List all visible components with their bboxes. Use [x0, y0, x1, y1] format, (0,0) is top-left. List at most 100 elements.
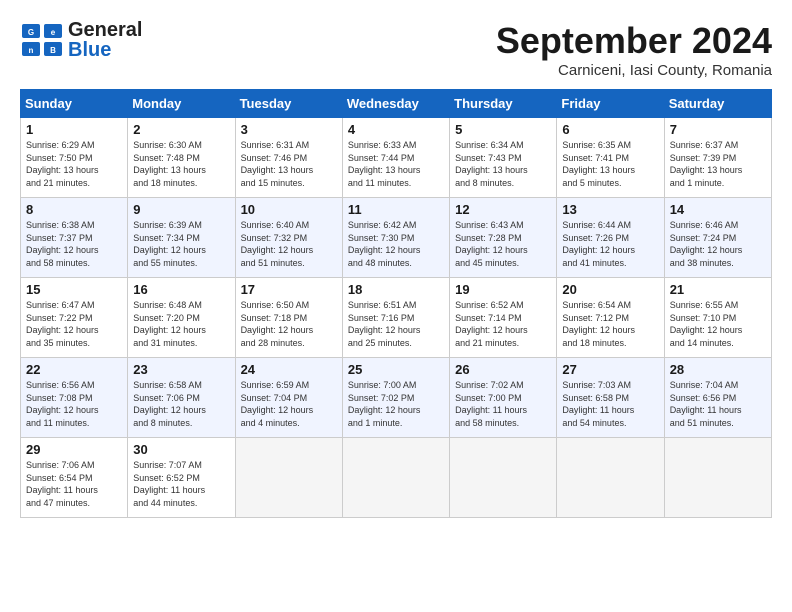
calendar-cell	[664, 438, 771, 518]
day-number: 21	[670, 282, 766, 297]
day-number: 28	[670, 362, 766, 377]
day-number: 10	[241, 202, 337, 217]
day-number: 9	[133, 202, 229, 217]
day-info: Sunrise: 6:54 AM Sunset: 7:12 PM Dayligh…	[562, 299, 658, 349]
day-number: 17	[241, 282, 337, 297]
month-year: September 2024	[496, 20, 772, 62]
day-info: Sunrise: 6:59 AM Sunset: 7:04 PM Dayligh…	[241, 379, 337, 429]
day-info: Sunrise: 7:06 AM Sunset: 6:54 PM Dayligh…	[26, 459, 122, 509]
svg-text:e: e	[51, 28, 56, 37]
svg-text:G: G	[28, 28, 34, 37]
calendar-cell: 9 Sunrise: 6:39 AM Sunset: 7:34 PM Daylig…	[128, 198, 235, 278]
calendar-header: SundayMondayTuesdayWednesdayThursdayFrid…	[21, 90, 772, 118]
calendar-cell: 28 Sunrise: 7:04 AM Sunset: 6:56 PM Dayli…	[664, 358, 771, 438]
calendar-cell: 24 Sunrise: 6:59 AM Sunset: 7:04 PM Dayli…	[235, 358, 342, 438]
day-info: Sunrise: 6:47 AM Sunset: 7:22 PM Dayligh…	[26, 299, 122, 349]
calendar-cell: 7 Sunrise: 6:37 AM Sunset: 7:39 PM Daylig…	[664, 118, 771, 198]
day-number: 1	[26, 122, 122, 137]
svg-text:B: B	[50, 46, 56, 55]
day-info: Sunrise: 6:50 AM Sunset: 7:18 PM Dayligh…	[241, 299, 337, 349]
day-info: Sunrise: 6:52 AM Sunset: 7:14 PM Dayligh…	[455, 299, 551, 349]
day-number: 7	[670, 122, 766, 137]
day-number: 8	[26, 202, 122, 217]
day-info: Sunrise: 7:07 AM Sunset: 6:52 PM Dayligh…	[133, 459, 229, 509]
calendar-cell	[235, 438, 342, 518]
day-info: Sunrise: 6:43 AM Sunset: 7:28 PM Dayligh…	[455, 219, 551, 269]
calendar-cell: 22Sunrise: 6:56 AM Sunset: 7:08 PM Dayli…	[21, 358, 128, 438]
day-info: Sunrise: 6:30 AM Sunset: 7:48 PM Dayligh…	[133, 139, 229, 189]
calendar-week-1: 1 Sunrise: 6:29 AM Sunset: 7:50 PM Daylig…	[21, 118, 772, 198]
day-info: Sunrise: 6:35 AM Sunset: 7:41 PM Dayligh…	[562, 139, 658, 189]
day-info: Sunrise: 6:55 AM Sunset: 7:10 PM Dayligh…	[670, 299, 766, 349]
day-info: Sunrise: 6:31 AM Sunset: 7:46 PM Dayligh…	[241, 139, 337, 189]
weekday-header-saturday: Saturday	[664, 90, 771, 118]
calendar-cell: 29 Sunrise: 7:06 AM Sunset: 6:54 PM Dayli…	[21, 438, 128, 518]
svg-text:n: n	[29, 46, 34, 55]
weekday-header-thursday: Thursday	[450, 90, 557, 118]
day-info: Sunrise: 6:56 AM Sunset: 7:08 PM Dayligh…	[26, 379, 122, 429]
calendar-body: 1 Sunrise: 6:29 AM Sunset: 7:50 PM Daylig…	[21, 118, 772, 518]
calendar-week-2: 8 Sunrise: 6:38 AM Sunset: 7:37 PM Daylig…	[21, 198, 772, 278]
calendar-week-4: 22Sunrise: 6:56 AM Sunset: 7:08 PM Dayli…	[21, 358, 772, 438]
calendar-cell: 23Sunrise: 6:58 AM Sunset: 7:06 PM Dayli…	[128, 358, 235, 438]
calendar-cell: 19 Sunrise: 6:52 AM Sunset: 7:14 PM Dayli…	[450, 278, 557, 358]
logo-general: General	[68, 19, 142, 41]
calendar-cell: 13Sunrise: 6:44 AM Sunset: 7:26 PM Dayli…	[557, 198, 664, 278]
day-info: Sunrise: 6:44 AM Sunset: 7:26 PM Dayligh…	[562, 219, 658, 269]
day-info: Sunrise: 6:48 AM Sunset: 7:20 PM Dayligh…	[133, 299, 229, 349]
day-info: Sunrise: 7:02 AM Sunset: 7:00 PM Dayligh…	[455, 379, 551, 429]
day-number: 24	[241, 362, 337, 377]
calendar-cell	[557, 438, 664, 518]
day-info: Sunrise: 6:33 AM Sunset: 7:44 PM Dayligh…	[348, 139, 444, 189]
calendar-cell: 11Sunrise: 6:42 AM Sunset: 7:30 PM Dayli…	[342, 198, 449, 278]
calendar-cell: 25 Sunrise: 7:00 AM Sunset: 7:02 PM Dayli…	[342, 358, 449, 438]
day-info: Sunrise: 6:37 AM Sunset: 7:39 PM Dayligh…	[670, 139, 766, 189]
day-number: 15	[26, 282, 122, 297]
day-info: Sunrise: 6:51 AM Sunset: 7:16 PM Dayligh…	[348, 299, 444, 349]
day-number: 16	[133, 282, 229, 297]
weekday-header-sunday: Sunday	[21, 90, 128, 118]
day-info: Sunrise: 6:39 AM Sunset: 7:34 PM Dayligh…	[133, 219, 229, 269]
day-number: 26	[455, 362, 551, 377]
weekday-header-wednesday: Wednesday	[342, 90, 449, 118]
calendar-cell	[450, 438, 557, 518]
calendar: SundayMondayTuesdayWednesdayThursdayFrid…	[20, 89, 772, 518]
day-info: Sunrise: 6:29 AM Sunset: 7:50 PM Dayligh…	[26, 139, 122, 189]
calendar-week-3: 15 Sunrise: 6:47 AM Sunset: 7:22 PM Dayli…	[21, 278, 772, 358]
day-number: 3	[241, 122, 337, 137]
day-info: Sunrise: 7:00 AM Sunset: 7:02 PM Dayligh…	[348, 379, 444, 429]
calendar-week-5: 29 Sunrise: 7:06 AM Sunset: 6:54 PM Dayli…	[21, 438, 772, 518]
day-number: 29	[26, 442, 122, 457]
weekday-header-friday: Friday	[557, 90, 664, 118]
logo: G e n B General Blue	[20, 20, 142, 60]
day-info: Sunrise: 6:58 AM Sunset: 7:06 PM Dayligh…	[133, 379, 229, 429]
calendar-cell: 12 Sunrise: 6:43 AM Sunset: 7:28 PM Dayli…	[450, 198, 557, 278]
day-info: Sunrise: 6:46 AM Sunset: 7:24 PM Dayligh…	[670, 219, 766, 269]
calendar-cell: 16 Sunrise: 6:48 AM Sunset: 7:20 PM Dayli…	[128, 278, 235, 358]
day-number: 25	[348, 362, 444, 377]
calendar-cell: 10 Sunrise: 6:40 AM Sunset: 7:32 PM Dayli…	[235, 198, 342, 278]
day-number: 12	[455, 202, 551, 217]
logo-icon: G e n B	[20, 22, 64, 58]
calendar-cell: 30 Sunrise: 7:07 AM Sunset: 6:52 PM Dayli…	[128, 438, 235, 518]
weekday-header-monday: Monday	[128, 90, 235, 118]
day-number: 14	[670, 202, 766, 217]
day-number: 4	[348, 122, 444, 137]
calendar-cell: 8 Sunrise: 6:38 AM Sunset: 7:37 PM Daylig…	[21, 198, 128, 278]
logo-blue: Blue	[68, 39, 111, 61]
day-info: Sunrise: 7:03 AM Sunset: 6:58 PM Dayligh…	[562, 379, 658, 429]
day-number: 18	[348, 282, 444, 297]
calendar-cell: 3 Sunrise: 6:31 AM Sunset: 7:46 PM Daylig…	[235, 118, 342, 198]
calendar-cell	[342, 438, 449, 518]
calendar-cell: 6 Sunrise: 6:35 AM Sunset: 7:41 PM Daylig…	[557, 118, 664, 198]
calendar-cell: 2Sunrise: 6:30 AM Sunset: 7:48 PM Daylig…	[128, 118, 235, 198]
calendar-cell: 21 Sunrise: 6:55 AM Sunset: 7:10 PM Dayli…	[664, 278, 771, 358]
day-number: 6	[562, 122, 658, 137]
day-info: Sunrise: 6:40 AM Sunset: 7:32 PM Dayligh…	[241, 219, 337, 269]
day-number: 30	[133, 442, 229, 457]
day-info: Sunrise: 7:04 AM Sunset: 6:56 PM Dayligh…	[670, 379, 766, 429]
calendar-cell: 4 Sunrise: 6:33 AM Sunset: 7:44 PM Daylig…	[342, 118, 449, 198]
day-info: Sunrise: 6:38 AM Sunset: 7:37 PM Dayligh…	[26, 219, 122, 269]
day-number: 19	[455, 282, 551, 297]
calendar-cell: 15 Sunrise: 6:47 AM Sunset: 7:22 PM Dayli…	[21, 278, 128, 358]
